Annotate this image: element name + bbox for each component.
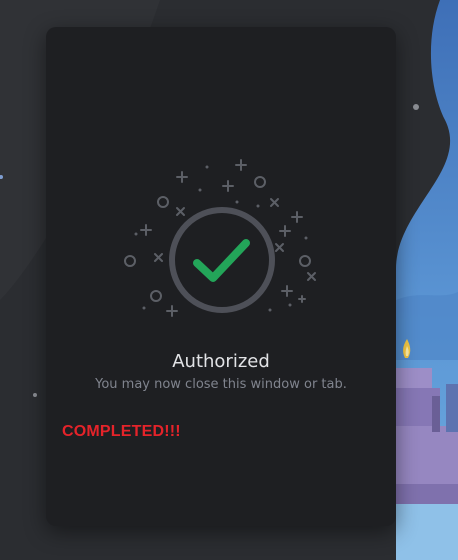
completed-annotation: COMPLETED!!! — [62, 423, 181, 440]
checkmark-icon — [193, 239, 250, 282]
dialog-subtitle: You may now close this window or tab. — [95, 377, 347, 392]
check-circle-icon — [124, 159, 316, 317]
dialog-title: Authorized — [172, 351, 270, 372]
